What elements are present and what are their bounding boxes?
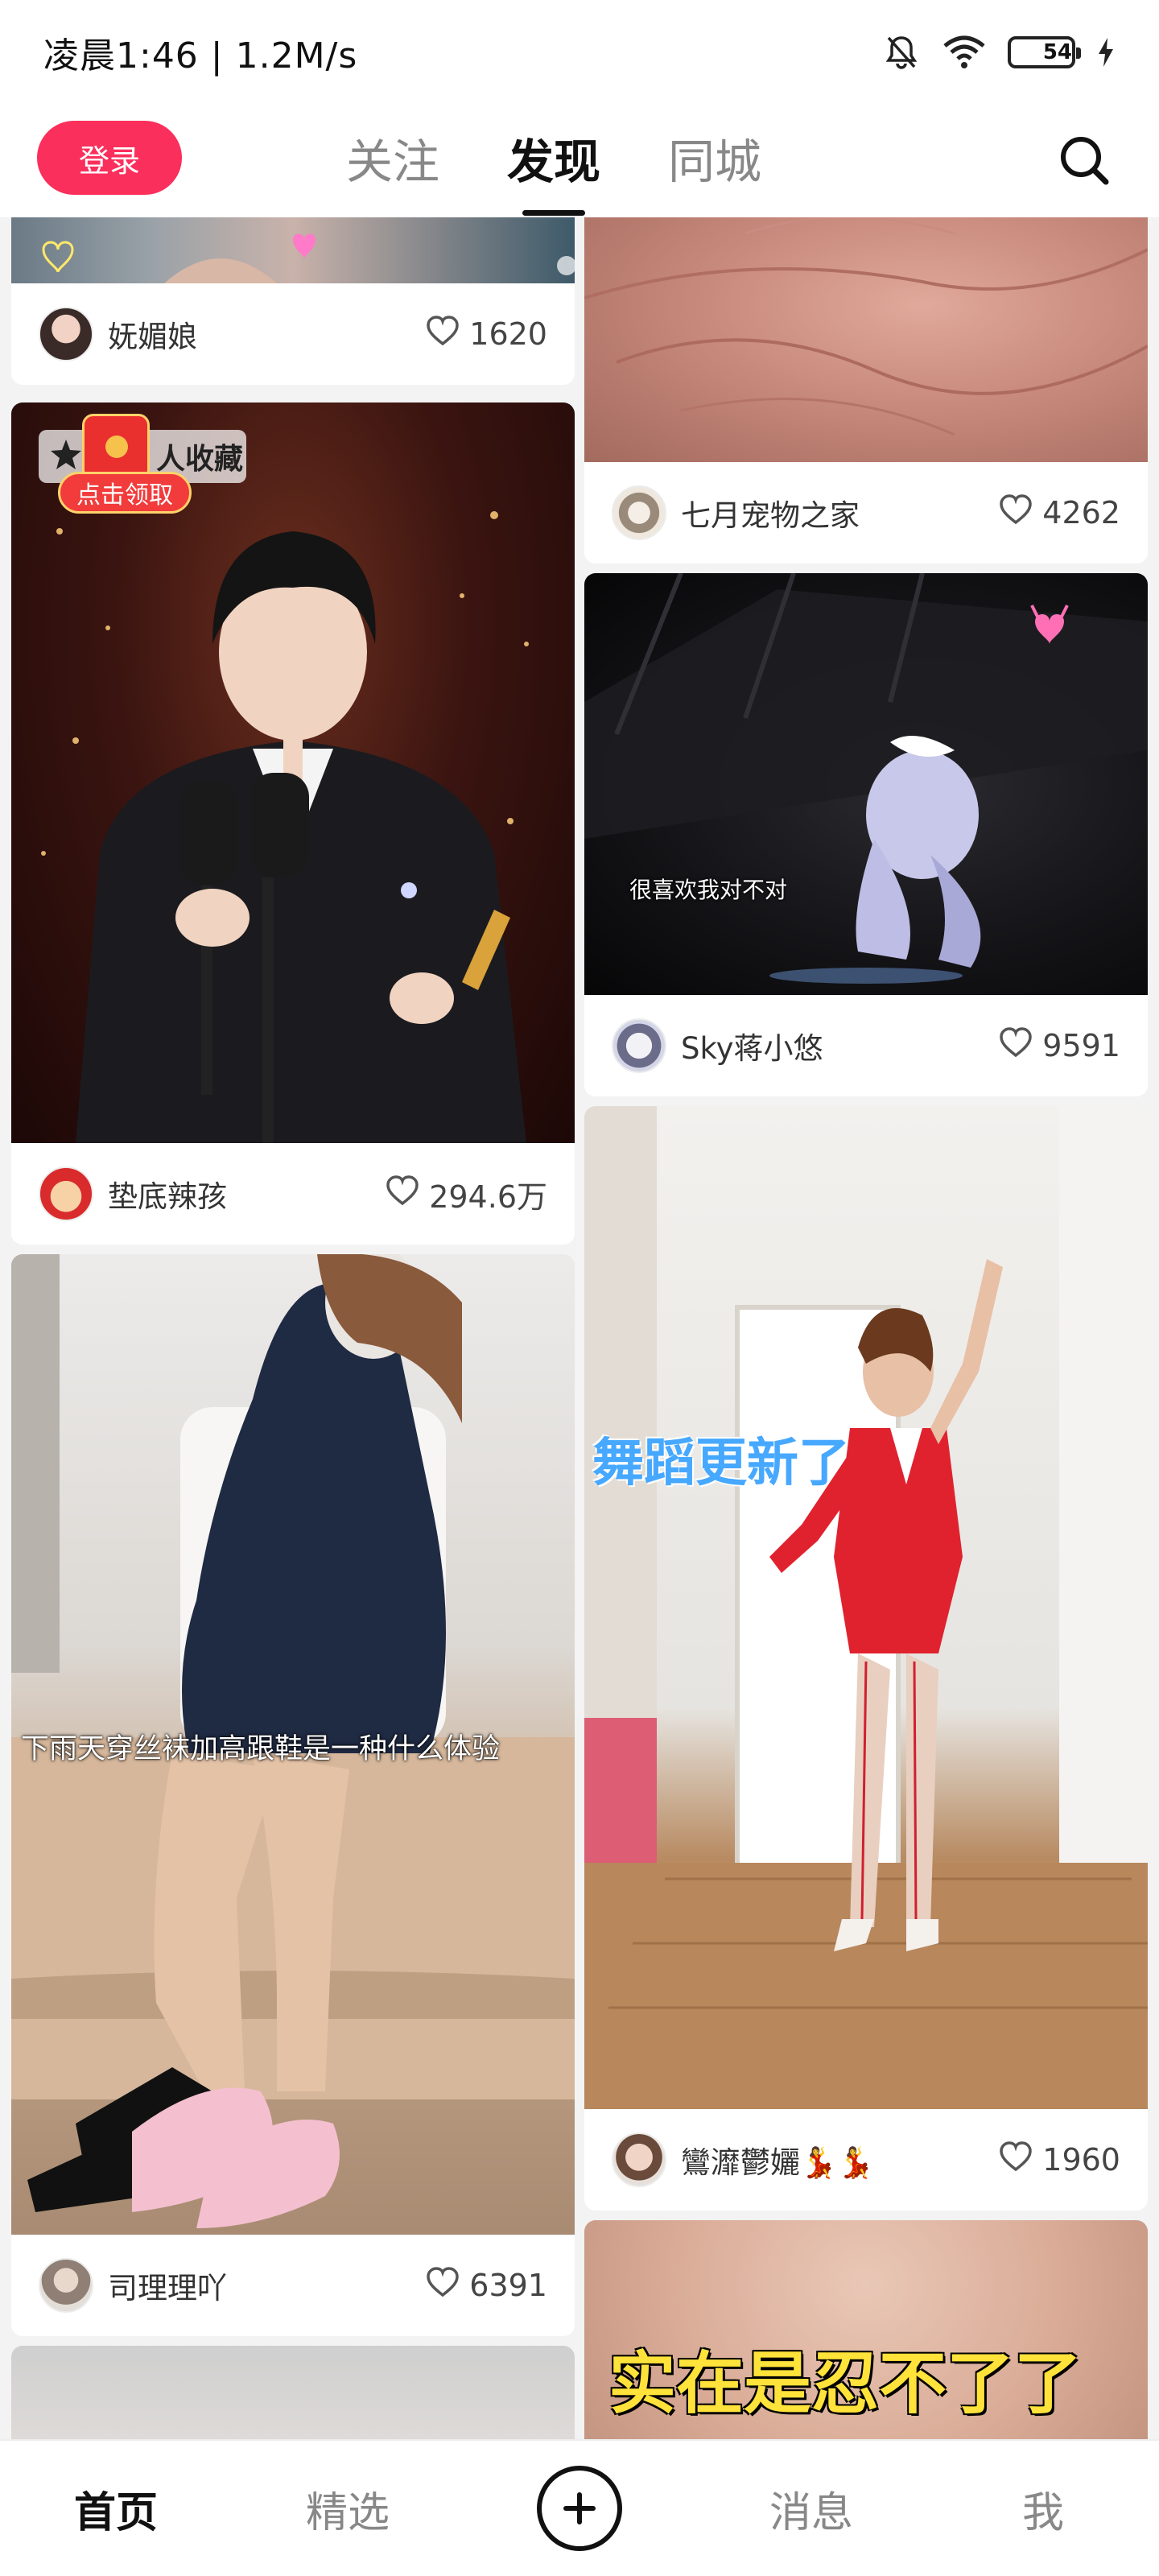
feed-card[interactable] xyxy=(11,2346,575,2439)
feed-card[interactable]: 人收藏 点击领取 垫底辣孩 294.6万 xyxy=(11,402,575,1245)
card-meta: Sky蒋小悠 9591 xyxy=(584,995,1148,1096)
claim-reward-button[interactable]: 点击领取 xyxy=(58,472,192,514)
feed-card[interactable]: 妩媚娘 1620 xyxy=(11,217,575,385)
video-caption: 舞蹈更新了 xyxy=(592,1434,850,1493)
heart-icon xyxy=(999,493,1033,532)
heart-icon xyxy=(999,2140,1033,2179)
tab-nearby[interactable]: 同城 xyxy=(668,124,761,198)
heart-icon xyxy=(999,1026,1033,1065)
like-count-value: 4262 xyxy=(1042,495,1120,530)
card-thumbnail xyxy=(11,2346,575,2439)
create-post-button[interactable] xyxy=(464,2466,695,2551)
battery-level: 54 xyxy=(1042,40,1072,64)
card-thumbnail: 舞蹈更新了 xyxy=(584,1106,1148,2109)
card-thumbnail: 实在是忍不了了 xyxy=(584,2220,1148,2439)
like-count[interactable]: 6391 xyxy=(426,2266,547,2305)
author-name: 鸞灖鬱孋💃💃 xyxy=(681,2145,875,2180)
nav-me[interactable]: 我 xyxy=(927,2479,1159,2539)
author-name: 司理理吖 xyxy=(108,2271,227,2306)
heart-icon xyxy=(386,1174,419,1213)
card-thumbnail xyxy=(584,217,1148,462)
feed-tabs: 关注 发现 同城 xyxy=(346,105,761,217)
feed-card[interactable]: 下雨天穿丝袜加高跟鞋是一种什么体验 司理理吖 6391 xyxy=(11,1254,575,2336)
like-count[interactable]: 1620 xyxy=(426,315,547,353)
login-button[interactable]: 登录 xyxy=(37,121,182,195)
author-name: Sky蒋小悠 xyxy=(681,1031,823,1066)
video-caption: 实在是忍不了了 xyxy=(608,2344,1083,2423)
feed-card[interactable]: 七月宠物之家 4262 xyxy=(584,217,1148,564)
avatar xyxy=(39,307,93,361)
author-name: 垫底辣孩 xyxy=(108,1179,227,1214)
bottom-nav: 首页 精选 消息 我 xyxy=(0,2439,1159,2576)
card-thumbnail: 下雨天穿丝袜加高跟鞋是一种什么体验 xyxy=(11,1254,575,2235)
nav-messages[interactable]: 消息 xyxy=(695,2479,927,2539)
like-count-value: 9591 xyxy=(1042,1028,1120,1063)
feed-card[interactable]: 实在是忍不了了 xyxy=(584,2220,1148,2439)
like-count[interactable]: 4262 xyxy=(999,493,1120,532)
video-caption: 下雨天穿丝袜加高跟鞋是一种什么体验 xyxy=(21,1733,501,1765)
card-meta: 七月宠物之家 4262 xyxy=(584,462,1148,564)
card-thumbnail: 很喜欢我对不对 xyxy=(584,573,1148,995)
charging-bolt-icon xyxy=(1096,36,1116,68)
like-count-value: 294.6万 xyxy=(429,1179,547,1215)
like-count[interactable]: 1960 xyxy=(999,2140,1120,2179)
card-thumbnail xyxy=(11,217,575,283)
app-root: 凌晨1:46 | 1.2M/s 54 登录 关注 发现 同城 妩媚娘 1620 … xyxy=(0,0,1159,2576)
avatar xyxy=(612,485,666,540)
tab-follow[interactable]: 关注 xyxy=(346,124,439,198)
card-meta: 垫底辣孩 294.6万 xyxy=(11,1143,575,1245)
star-icon xyxy=(48,437,84,476)
video-caption: 很喜欢我对不对 xyxy=(629,877,788,903)
plus-circle-icon[interactable] xyxy=(537,2466,622,2551)
avatar xyxy=(39,2258,93,2313)
nav-featured[interactable]: 精选 xyxy=(232,2479,464,2539)
like-count[interactable]: 9591 xyxy=(999,1026,1120,1065)
heart-icon xyxy=(426,315,460,353)
avatar xyxy=(612,1018,666,1073)
feed-card[interactable]: 舞蹈更新了 鸞灖鬱孋💃💃 1960 xyxy=(584,1106,1148,2211)
like-count-value: 1620 xyxy=(469,316,547,352)
status-bar: 凌晨1:46 | 1.2M/s 54 xyxy=(0,0,1159,105)
status-time-speed: 凌晨1:46 | 1.2M/s xyxy=(43,35,358,76)
search-icon[interactable] xyxy=(1050,126,1119,195)
battery-icon: 54 xyxy=(1008,36,1081,68)
nav-home[interactable]: 首页 xyxy=(0,2479,232,2539)
author-name: 妩媚娘 xyxy=(108,320,197,354)
card-meta: 妩媚娘 1620 xyxy=(11,283,575,385)
like-count-value: 1960 xyxy=(1042,2142,1120,2178)
mute-bell-icon xyxy=(882,33,921,72)
card-thumbnail: 人收藏 点击领取 xyxy=(11,402,575,1143)
tab-discover[interactable]: 发现 xyxy=(507,124,600,198)
avatar xyxy=(612,2132,666,2187)
wifi-icon xyxy=(942,35,987,70)
like-count[interactable]: 294.6万 xyxy=(386,1172,547,1216)
status-icons: 54 xyxy=(882,33,1116,72)
feed-grid[interactable]: 妩媚娘 1620 人收藏 点击领取 垫底辣孩 294.6万 下雨天穿丝袜加高跟鞋… xyxy=(0,217,1159,2439)
card-meta: 司理理吖 6391 xyxy=(11,2235,575,2336)
author-name: 七月宠物之家 xyxy=(681,498,860,533)
avatar xyxy=(39,1166,93,1221)
feed-card[interactable]: 很喜欢我对不对 Sky蒋小悠 9591 xyxy=(584,573,1148,1096)
like-count-value: 6391 xyxy=(469,2268,547,2303)
heart-icon xyxy=(426,2266,460,2305)
card-meta: 鸞灖鬱孋💃💃 1960 xyxy=(584,2109,1148,2211)
top-header: 登录 关注 发现 同城 xyxy=(0,105,1159,217)
